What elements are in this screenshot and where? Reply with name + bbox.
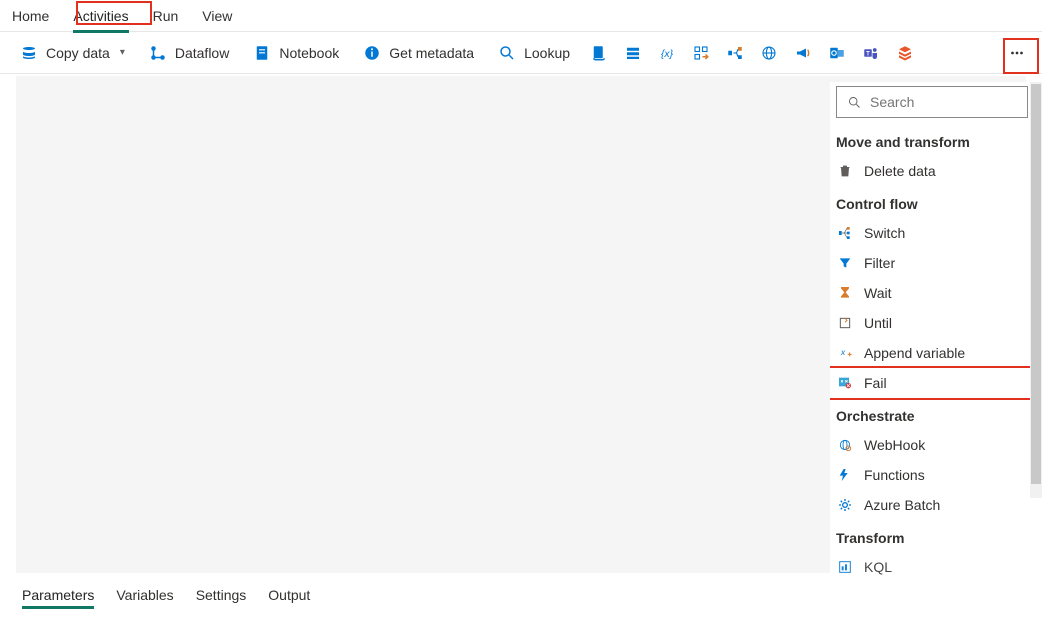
search-input[interactable] (870, 94, 1034, 110)
menu-item-until[interactable]: Until (830, 308, 1034, 338)
svg-text:x: x (840, 347, 846, 357)
search-icon (847, 95, 862, 110)
menu-item-delete-data[interactable]: Delete data (830, 156, 1034, 186)
megaphone-icon (794, 44, 812, 62)
get-metadata-button[interactable]: Get metadata (353, 40, 484, 66)
until-icon (836, 314, 854, 332)
trash-icon (836, 162, 854, 180)
menu-label: WebHook (864, 437, 925, 453)
info-icon (363, 44, 381, 62)
tab-variables[interactable]: Variables (116, 584, 173, 609)
notebook-icon (253, 44, 271, 62)
scroll-thumb[interactable] (1031, 84, 1041, 484)
teams-button[interactable]: T (856, 40, 886, 66)
tab-run[interactable]: Run (153, 4, 179, 28)
tab-view[interactable]: View (202, 4, 232, 28)
script-button[interactable] (584, 40, 614, 66)
menu-label: Functions (864, 467, 925, 483)
activities-panel: Move and transform Delete data Control f… (830, 82, 1034, 615)
script-icon (590, 44, 608, 62)
stored-proc-button[interactable] (618, 40, 648, 66)
panel-scrollbar[interactable] (1030, 82, 1042, 498)
menu-label: Wait (864, 285, 891, 301)
databricks-icon (896, 44, 914, 62)
foreach-icon (692, 44, 710, 62)
append-variable-icon: x (836, 344, 854, 362)
section-control-flow: Control flow (830, 186, 1034, 218)
menu-label: Append variable (864, 345, 965, 361)
menu-item-filter[interactable]: Filter (830, 248, 1034, 278)
lookup-button[interactable]: Lookup (488, 40, 580, 66)
tab-output[interactable]: Output (268, 584, 310, 609)
dataflow-label: Dataflow (175, 45, 229, 61)
menu-label: Delete data (864, 163, 936, 179)
copy-data-label: Copy data (46, 45, 110, 61)
outlook-button[interactable] (822, 40, 852, 66)
menu-label: KQL (864, 559, 892, 575)
section-transform: Transform (830, 520, 1034, 552)
globe-icon (760, 44, 778, 62)
menu-item-append-variable[interactable]: x Append variable (830, 338, 1034, 368)
variable-icon: {x} (658, 44, 676, 62)
menu-item-switch[interactable]: Switch (830, 218, 1034, 248)
notebook-button[interactable]: Notebook (243, 40, 349, 66)
copy-data-button[interactable]: Copy data ▾ (10, 40, 135, 66)
gear-icon (836, 496, 854, 514)
filter-icon (836, 254, 854, 272)
databricks-button[interactable] (890, 40, 920, 66)
svg-text:T: T (866, 51, 870, 57)
get-metadata-label: Get metadata (389, 45, 474, 61)
menu-item-webhook[interactable]: WebHook (830, 430, 1034, 460)
menu-label: Fail (864, 375, 887, 391)
dataflow-icon (149, 44, 167, 62)
dataflow-button[interactable]: Dataflow (139, 40, 239, 66)
menu-item-functions[interactable]: Functions (830, 460, 1034, 490)
svg-text:{x}: {x} (661, 47, 674, 59)
switch-icon (836, 224, 854, 242)
tab-settings[interactable]: Settings (196, 584, 247, 609)
functions-icon (836, 466, 854, 484)
more-activities-button[interactable] (1002, 40, 1032, 66)
hourglass-icon (836, 284, 854, 302)
menu-label: Switch (864, 225, 905, 241)
if-icon (726, 44, 744, 62)
tab-activities[interactable]: Activities (73, 4, 128, 28)
menu-item-azure-batch[interactable]: Azure Batch (830, 490, 1034, 520)
if-button[interactable] (720, 40, 750, 66)
notebook-label: Notebook (279, 45, 339, 61)
menu-label: Azure Batch (864, 497, 940, 513)
foreach-button[interactable] (686, 40, 716, 66)
menu-label: Filter (864, 255, 895, 271)
chevron-down-icon: ▾ (120, 47, 125, 58)
tab-parameters[interactable]: Parameters (22, 584, 94, 609)
search-icon (498, 44, 516, 62)
ellipsis-icon (1008, 44, 1026, 62)
stored-proc-icon (624, 44, 642, 62)
fail-icon (836, 374, 854, 392)
outlook-icon (828, 44, 846, 62)
highlight-fail-item (830, 366, 1034, 400)
search-input-wrapper[interactable] (836, 86, 1028, 118)
set-variable-button[interactable]: {x} (652, 40, 682, 66)
menu-item-kql[interactable]: KQL (830, 552, 1034, 582)
copy-data-icon (20, 44, 38, 62)
section-orchestrate: Orchestrate (830, 398, 1034, 430)
invoke-pipeline-button[interactable] (788, 40, 818, 66)
menu-item-wait[interactable]: Wait (830, 278, 1034, 308)
section-move-transform: Move and transform (830, 124, 1034, 156)
teams-icon: T (862, 44, 880, 62)
kql-icon (836, 558, 854, 576)
menu-item-fail[interactable]: Fail (830, 368, 1034, 398)
menu-label: Until (864, 315, 892, 331)
webhook-icon (836, 436, 854, 454)
lookup-label: Lookup (524, 45, 570, 61)
web-button[interactable] (754, 40, 784, 66)
tab-home[interactable]: Home (12, 4, 49, 28)
